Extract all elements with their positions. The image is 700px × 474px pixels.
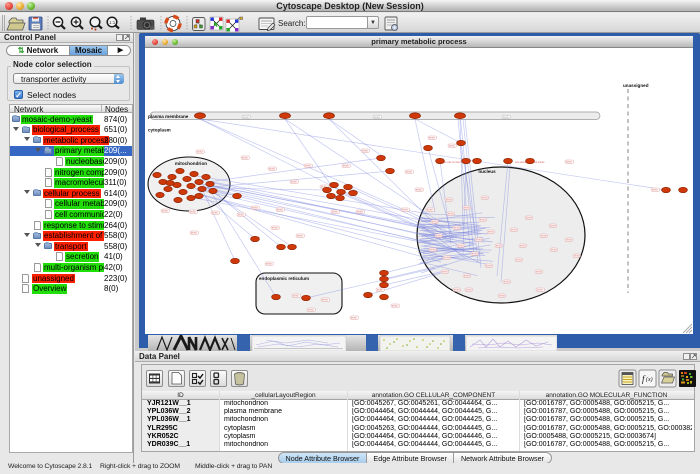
svg-text:xx-xx: xx-xx: [486, 265, 492, 268]
svg-text:xx-xxx xx xxxx: xx-xxx xx xxxx: [444, 161, 461, 164]
svg-text:xx-xx: xx-xx: [406, 171, 412, 174]
svg-text:xx-xx: xx-xx: [162, 210, 168, 213]
svg-text:xx-xx: xx-xx: [503, 116, 509, 119]
svg-text:unassigned: unassigned: [623, 83, 649, 88]
svg-text:xx-xx: xx-xx: [197, 151, 203, 154]
svg-text:xx-xx: xx-xx: [458, 245, 464, 248]
svg-text:xx-xx: xx-xx: [272, 227, 278, 230]
svg-text:xx-xx: xx-xx: [436, 235, 442, 238]
svg-text:xx-xx: xx-xx: [266, 263, 272, 266]
svg-text:xx-xx: xx-xx: [464, 275, 470, 278]
svg-text:plasma membrane: plasma membrane: [148, 114, 189, 119]
svg-text:xx-xx: xx-xx: [511, 229, 517, 232]
svg-text:xx-xx: xx-xx: [212, 212, 218, 215]
svg-text:xx-xx: xx-xx: [652, 189, 658, 192]
svg-text:endoplasmic reticulum: endoplasmic reticulum: [259, 276, 309, 281]
svg-text:xx-xx: xx-xx: [392, 305, 398, 308]
svg-text:xx-xx: xx-xx: [374, 116, 380, 119]
svg-text:xx-xx: xx-xx: [190, 211, 196, 214]
svg-text:xx-xx: xx-xx: [448, 213, 454, 216]
svg-text:xx-xx: xx-xx: [550, 225, 556, 228]
svg-text:xx-xx: xx-xx: [526, 217, 532, 220]
svg-text:xx-xx: xx-xx: [238, 214, 244, 217]
svg-text:xx-xx: xx-xx: [427, 209, 433, 212]
svg-text:xx-xx: xx-xx: [536, 271, 542, 274]
svg-text:xx-xx: xx-xx: [537, 289, 543, 292]
svg-text:xx-xx: xx-xx: [269, 168, 275, 171]
svg-text:xx-xx: xx-xx: [332, 211, 338, 214]
svg-text:xx-xx: xx-xx: [343, 165, 349, 168]
svg-text:xx-xx: xx-xx: [402, 209, 408, 212]
svg-text:xx-xx: xx-xx: [499, 295, 505, 298]
svg-text:xx-xx: xx-xx: [362, 150, 368, 153]
svg-text:(x): (x): [646, 376, 653, 383]
svg-text:cytoplasm: cytoplasm: [148, 128, 171, 133]
svg-text:xx-xx: xx-xx: [446, 199, 452, 202]
svg-text:xx-xx: xx-xx: [566, 239, 572, 242]
svg-text:xx-xx: xx-xx: [322, 299, 328, 302]
svg-text:xx-xx: xx-xx: [291, 181, 297, 184]
svg-text:xx-xx: xx-xx: [191, 232, 197, 235]
svg-text:xx-xx: xx-xx: [520, 245, 526, 248]
svg-text:xx-xx: xx-xx: [464, 207, 470, 210]
svg-text:xx-xx: xx-xx: [243, 116, 249, 119]
svg-text:xx-xx: xx-xx: [541, 235, 547, 238]
svg-text:xx-xx: xx-xx: [442, 271, 448, 274]
svg-text:xx-xx: xx-xx: [305, 165, 311, 168]
svg-text:xx-xx: xx-xx: [430, 249, 436, 252]
svg-text:xx-xx: xx-xx: [480, 219, 486, 222]
svg-text:xx-xx: xx-xx: [574, 255, 580, 258]
svg-text:xx-xx: xx-xx: [496, 245, 502, 248]
svg-text:xx-xx: xx-xx: [297, 235, 303, 238]
svg-text:xx-xx: xx-xx: [488, 231, 494, 234]
svg-text:xx-xx: xx-xx: [516, 259, 522, 262]
svg-text:xx-xx: xx-xx: [429, 137, 435, 140]
svg-text:xx-xx: xx-xx: [377, 289, 383, 292]
svg-text:xx-xx: xx-xx: [454, 289, 460, 292]
svg-text:xx-xx: xx-xx: [482, 197, 488, 200]
svg-text:xx-xx: xx-xx: [357, 211, 363, 214]
svg-text:xx-xx: xx-xx: [242, 157, 248, 160]
svg-text:nucleus: nucleus: [478, 169, 496, 174]
svg-text:xx-xx: xx-xx: [293, 295, 299, 298]
svg-text:xx-xx: xx-xx: [432, 221, 438, 224]
svg-text:xx-xx: xx-xx: [252, 207, 258, 210]
svg-text:xx-xx: xx-xx: [566, 161, 572, 164]
svg-text:xx-xx: xx-xx: [308, 309, 314, 312]
svg-text:xx-xx: xx-xx: [449, 145, 455, 148]
svg-text:xx-xx: xx-xx: [351, 317, 357, 320]
svg-text:xx-xx: xx-xx: [472, 253, 478, 256]
svg-text:xx-xx: xx-xx: [551, 249, 557, 252]
svg-text:1:1: 1:1: [109, 20, 116, 25]
svg-text:xx-xx: xx-xx: [466, 289, 472, 292]
svg-text:xx-xx: xx-xx: [277, 209, 283, 212]
svg-text:xx-xx: xx-xx: [504, 281, 510, 284]
svg-text:xx-xx: xx-xx: [444, 257, 450, 260]
svg-text:mitochondrion: mitochondrion: [175, 161, 207, 166]
svg-text:xx-xx: xx-xx: [416, 189, 422, 192]
svg-text:xx-xx: xx-xx: [454, 227, 460, 230]
svg-text:xx-xx: xx-xx: [476, 239, 482, 242]
